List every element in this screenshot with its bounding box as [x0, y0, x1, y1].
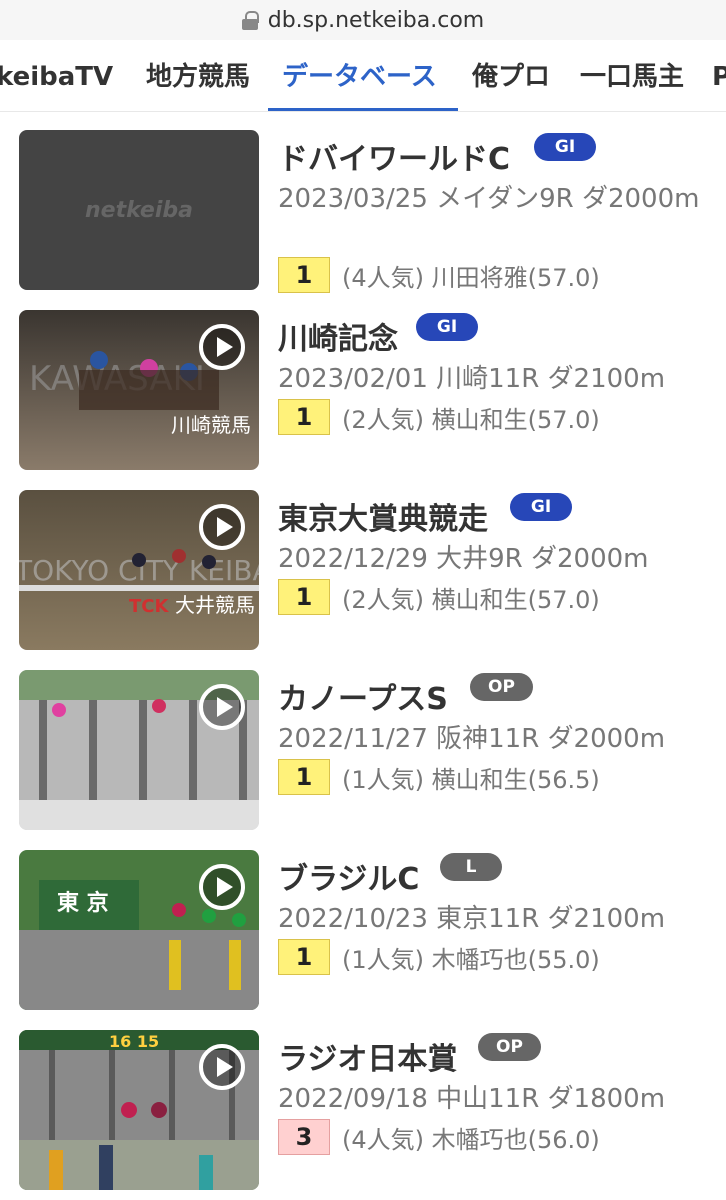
tab-next[interactable]: P	[712, 42, 726, 111]
venue-sign: 東 京	[57, 890, 109, 916]
race-video-thumbnail[interactable]: TOKYO CITY KEIBA 大井競馬 TCK	[19, 490, 259, 650]
race-list-item[interactable]: カノープスS OP 2022/11/27 阪神11R ダ2000m 1 (1人気…	[0, 652, 726, 832]
race-result: 1 (4人気) 川田将雅(57.0)	[278, 257, 600, 293]
gate-numbers: 16 15	[109, 1032, 159, 1051]
tab-keibatv[interactable]: keibaTV	[0, 42, 113, 111]
race-name[interactable]: 川崎記念	[278, 314, 398, 358]
tab-hitokuchi-banushi[interactable]: 一口馬主	[580, 42, 684, 111]
finish-position: 1	[278, 257, 330, 293]
grade-badge: OP	[478, 1033, 541, 1061]
race-video-thumbnail[interactable]: 16 15	[19, 1030, 259, 1190]
placeholder-thumbnail: netkeiba	[19, 130, 259, 290]
tab-ore-pro[interactable]: 俺プロ	[472, 42, 550, 111]
race-name[interactable]: ブラジルC	[278, 854, 419, 898]
grade-badge: GI	[534, 133, 596, 161]
jockey-info: (1人気) 木幡巧也(55.0)	[342, 945, 600, 974]
race-video-thumbnail[interactable]: 東 京	[19, 850, 259, 1010]
venue-caption: 川崎競馬	[171, 413, 251, 437]
race-meta: 2022/09/18 中山11R ダ1800m	[278, 1084, 666, 1114]
play-icon[interactable]	[199, 864, 245, 910]
race-list-item[interactable]: TOKYO CITY KEIBA 大井競馬 TCK 東京大賞典競走 GI 202…	[0, 472, 726, 652]
svg-text:TCK: TCK	[129, 596, 169, 617]
race-meta: 2023/02/01 川崎11R ダ2100m	[278, 364, 666, 394]
race-result: 1 (1人気) 横山和生(56.5)	[278, 759, 600, 795]
grade-badge: OP	[470, 673, 533, 701]
race-video-thumbnail[interactable]: KAWASAKI 川崎競馬	[19, 310, 259, 470]
race-list-item[interactable]: 16 15 ラジオ日本賞 OP 2022/09/18 中山11R ダ1800m …	[0, 1012, 726, 1192]
race-meta: 2022/10/23 東京11R ダ2100m	[278, 904, 666, 934]
jockey-info: (4人気) 木幡巧也(56.0)	[342, 1125, 600, 1154]
finish-position: 1	[278, 939, 330, 975]
race-result: 3 (4人気) 木幡巧也(56.0)	[278, 1119, 600, 1155]
race-name[interactable]: ラジオ日本賞	[278, 1034, 457, 1078]
play-icon[interactable]	[199, 1044, 245, 1090]
race-name[interactable]: カノープスS	[278, 674, 448, 718]
race-name[interactable]: ドバイワールドC	[278, 134, 510, 178]
finish-position: 1	[278, 399, 330, 435]
address-bar[interactable]: db.sp.netkeiba.com	[0, 0, 726, 40]
venue-caption: 大井競馬	[175, 593, 255, 617]
lock-icon	[241, 11, 259, 30]
tab-chiho-keiba[interactable]: 地方競馬	[146, 42, 250, 111]
jockey-info: (2人気) 横山和生(57.0)	[342, 405, 600, 434]
race-meta: 2022/11/27 阪神11R ダ2000m	[278, 724, 666, 754]
play-icon[interactable]	[199, 504, 245, 550]
race-meta: 2023/03/25 メイダン9R ダ2000m	[278, 184, 700, 214]
race-list-item[interactable]: netkeiba ドバイワールドC GI 2023/03/25 メイダン9R ダ…	[0, 112, 726, 293]
race-video-thumbnail[interactable]	[19, 670, 259, 830]
grade-badge: GI	[510, 493, 572, 521]
finish-position: 3	[278, 1119, 330, 1155]
tab-database[interactable]: データベース	[282, 42, 437, 111]
race-list-item[interactable]: KAWASAKI 川崎競馬 川崎記念 GI 2023/02/01 川崎11R ダ…	[0, 292, 726, 472]
race-meta: 2022/12/29 大井9R ダ2000m	[278, 544, 649, 574]
finish-position: 1	[278, 759, 330, 795]
jockey-info: (1人気) 横山和生(56.5)	[342, 765, 600, 794]
play-icon[interactable]	[199, 684, 245, 730]
race-result: 1 (2人気) 横山和生(57.0)	[278, 579, 600, 615]
jockey-info: (4人気) 川田将雅(57.0)	[342, 263, 600, 292]
grade-badge: L	[440, 853, 502, 881]
url-text: db.sp.netkeiba.com	[267, 7, 485, 33]
finish-position: 1	[278, 579, 330, 615]
grade-badge: GI	[416, 313, 478, 341]
race-result: 1 (2人気) 横山和生(57.0)	[278, 399, 600, 435]
netkeiba-logo: netkeiba	[85, 198, 193, 223]
play-icon[interactable]	[199, 324, 245, 370]
jockey-info: (2人気) 横山和生(57.0)	[342, 585, 600, 614]
race-list-item[interactable]: 東 京 ブラジルC L 2022/10/23 東京11R ダ2100m 1 (1…	[0, 832, 726, 1012]
race-name[interactable]: 東京大賞典競走	[278, 494, 488, 538]
race-result: 1 (1人気) 木幡巧也(55.0)	[278, 939, 600, 975]
nav-tabs: keibaTV 地方競馬 データベース 俺プロ 一口馬主 P	[0, 42, 726, 112]
race-thumbnail[interactable]: netkeiba	[19, 130, 259, 290]
